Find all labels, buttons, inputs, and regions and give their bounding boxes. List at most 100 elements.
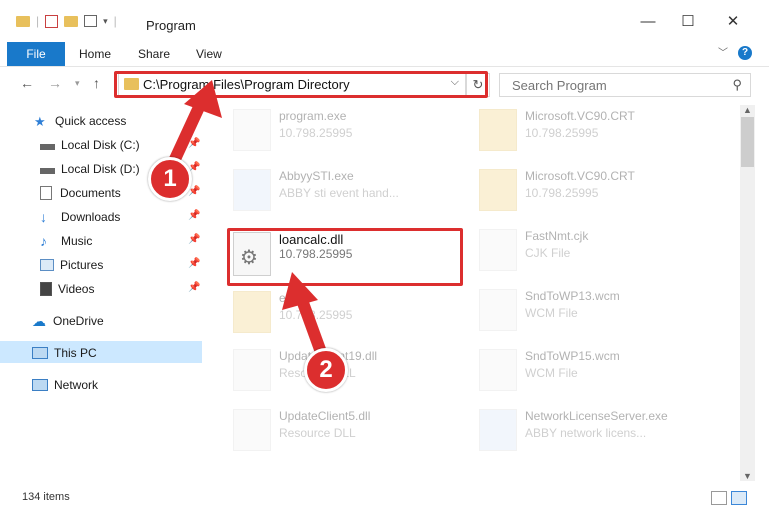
sidebar-item-pictures[interactable]: Pictures [40,254,103,276]
file-detail: ABBY sti event hand... [279,186,399,200]
vertical-scrollbar[interactable]: ▲ ▼ [740,105,755,481]
new-folder-icon[interactable] [64,15,79,27]
callout-badge-2: 2 [304,348,348,392]
search-box[interactable]: ⚲ [499,73,751,97]
status-bar: 134 items [0,487,769,521]
file-detail: 10.798.25995 [279,126,353,140]
cloud-icon: ☁ [32,312,46,329]
callout-badge-1: 1 [148,157,192,201]
sidebar-item-quick-access[interactable]: ★ Quick access [34,110,126,132]
list-item[interactable]: FastNmt.cjk CJK File [479,229,588,271]
list-item[interactable]: el... 10.798.25995 [233,291,352,333]
address-highlight-box [114,71,488,98]
back-arrow-icon[interactable]: ← [20,75,34,91]
file-detail: WCM File [525,306,578,320]
search-icon[interactable]: ⚲ [732,77,742,93]
sidebar-item-label: Quick access [55,114,127,128]
file-icon [479,289,517,331]
file-name: Microsoft.VC90.CRT [525,169,635,183]
sidebar-item-label: Pictures [60,258,104,272]
file-icon [479,229,517,271]
tab-share[interactable]: Share [138,42,170,66]
music-icon: ♪ [40,232,47,249]
list-item[interactable]: AbbyySTI.exe ABBY sti event hand... [233,169,399,211]
file-highlight-box [227,228,463,286]
computer-icon [32,347,48,359]
tab-file[interactable]: File [7,42,65,66]
tab-home[interactable]: Home [79,42,111,66]
download-arrow-icon: ↓ [40,208,47,225]
details-view-icon[interactable] [711,491,727,505]
file-name: Microsoft.VC90.CRT [525,109,635,123]
sidebar-item-local-disk-d[interactable]: Local Disk (D:) [40,158,140,180]
sidebar-item-label: Videos [58,282,95,296]
sidebar-item-this-pc[interactable]: This PC [32,342,97,364]
pictures-icon [40,259,54,271]
folder-icon [479,109,517,151]
tab-view[interactable]: View [196,42,222,66]
documents-icon [40,186,52,200]
recent-locations-icon[interactable]: ▾ [75,78,80,89]
file-detail: 10.798.25995 [279,308,353,322]
divider: | [36,14,40,28]
chevron-down-icon[interactable]: ﹀ [718,44,728,59]
up-arrow-icon[interactable]: ↑ [93,75,100,91]
sidebar-item-label: OneDrive [53,314,104,328]
pin-icon[interactable]: 📌 [188,282,200,293]
list-item[interactable]: Microsoft.VC90.CRT 10.798.25995 [479,169,635,211]
scroll-up-icon[interactable]: ▲ [743,105,752,115]
scroll-down-icon[interactable]: ▼ [743,471,752,481]
sidebar-item-local-disk-c[interactable]: Local Disk (C:) [40,134,140,156]
pin-icon[interactable]: 📌 [188,210,200,221]
pin-icon[interactable]: 📌 [188,258,200,269]
sidebar-item-label: Local Disk (D:) [61,162,140,176]
large-icons-view-icon[interactable] [731,491,747,505]
file-detail: Resource DLL [279,426,356,440]
minimize-button[interactable]: — [628,10,668,34]
file-detail: WCM File [525,366,578,380]
sidebar-item-label: Local Disk (C:) [61,138,140,152]
list-item[interactable]: NetworkLicenseServer.exe ABBY network lic… [479,409,668,451]
drive-icon [40,144,55,150]
properties-icon[interactable] [45,14,59,28]
chevron-down-icon[interactable]: ▾ [103,16,108,27]
customize-toolbar-icon[interactable] [84,15,98,27]
drive-icon [40,168,55,174]
close-button[interactable]: ✕ [713,10,753,34]
forward-arrow-icon[interactable]: → [48,75,62,91]
maximize-button[interactable]: ☐ [668,10,708,34]
sidebar-item-videos[interactable]: Videos [40,278,94,300]
list-item[interactable]: SndToWP13.wcm WCM File [479,289,620,331]
sidebar-item-onedrive[interactable]: ☁ OneDrive [32,310,104,332]
sidebar-selection [0,341,202,363]
folder-icon [233,291,271,333]
file-icon [479,349,517,391]
sidebar-item-downloads[interactable]: ↓ Downloads [40,206,120,228]
sidebar-item-label: Documents [60,186,121,200]
network-icon [32,379,48,391]
help-icon[interactable]: ? [738,46,752,60]
sidebar-item-network[interactable]: Network [32,374,98,396]
list-item[interactable]: SndToWP15.wcm WCM File [479,349,620,391]
file-icon [233,169,271,211]
file-detail: 10.798.25995 [525,186,599,200]
view-toggle [711,491,747,505]
list-item[interactable]: UpdateClient5.dll Resource DLL [233,409,370,451]
videos-icon [40,282,52,296]
search-input[interactable] [510,74,714,96]
sidebar-item-documents[interactable]: Documents [40,182,121,204]
scrollbar-thumb[interactable] [741,117,754,167]
file-list: program.exe 10.798.25995 AbbyySTI.exe ABBY… [215,105,740,475]
sidebar-item-label: Downloads [61,210,121,224]
sidebar-item-label: This PC [54,346,97,360]
item-count: 134 items [22,491,70,503]
pin-icon[interactable]: 📌 [188,234,200,245]
file-name: program.exe [279,109,347,123]
list-item[interactable]: Microsoft.VC90.CRT 10.798.25995 [479,109,635,151]
file-name: UpdateClient5.dll [279,409,371,423]
sidebar-item-music[interactable]: ♪ Music [40,230,92,252]
pin-icon[interactable]: 📌 [188,138,200,149]
folder-icon[interactable] [16,15,30,27]
file-name: NetworkLicenseServer.exe [525,409,668,423]
list-item[interactable]: program.exe 10.798.25995 [233,109,352,151]
